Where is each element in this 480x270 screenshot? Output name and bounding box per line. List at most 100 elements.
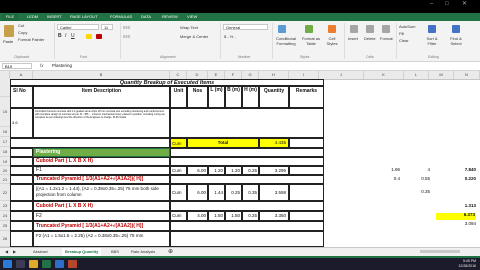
cell-item[interactable]: F2 [33,211,170,221]
cell-empty[interactable] [289,138,324,148]
column-header[interactable]: N [454,71,480,79]
start-icon[interactable] [3,260,12,268]
row-header[interactable]: 18 [0,147,10,157]
cell-subheading[interactable]: Cuboid Part ( L X B X H) [33,201,170,211]
side-value[interactable]: 1.96 [380,168,400,173]
bold-icon[interactable]: B [58,34,62,39]
number-format-select[interactable]: General [223,24,268,30]
cell-empty[interactable] [10,157,33,166]
side-value[interactable]: 3.094 [450,222,476,227]
cell-quantity[interactable]: 3.296 [259,166,289,175]
cell-empty[interactable] [10,148,33,157]
currency-percent-icons[interactable]: $ - % , [224,34,236,39]
column-header[interactable]: G [242,71,259,79]
sheet-tab-rate-analysis[interactable]: Rate Analysis [128,248,158,256]
clear-button[interactable]: Clear [399,38,409,43]
font-color-icon[interactable] [96,34,102,39]
sheet-tab-abstract[interactable]: Abstract [30,248,51,256]
minimize-icon[interactable]: – [430,0,433,8]
cell-quantity[interactable]: 3.350 [259,211,289,221]
cell-empty[interactable] [10,184,33,201]
format-as-table-button[interactable]: Format as Table [300,36,322,46]
column-header[interactable]: I [289,71,319,79]
formula-input[interactable]: Plastering [52,63,72,68]
cell-total-quantity[interactable]: 4.435 [259,138,289,148]
cell-breadth[interactable]: 0.25 [225,184,242,201]
row-header[interactable]: 15 [0,97,10,127]
maximize-icon[interactable]: □ [445,0,449,8]
clock-date[interactable]: 12/28/2016 [458,264,476,269]
row-header[interactable]: 21 [0,175,10,184]
cell-empty[interactable] [170,201,324,211]
zoom-slider[interactable] [420,250,460,253]
row-header[interactable]: 17 [0,137,10,147]
cell-empty[interactable] [289,184,324,201]
cell-subheading[interactable]: Truncated Pyramid [ 1/3(A1+A2+√(A1A2))( … [33,221,170,231]
cell-subheading[interactable]: Truncated Pyramid [ 1/3(A1+A2+√(A1A2))( … [33,175,170,184]
cell-empty[interactable] [170,148,324,157]
side-highlight-value[interactable]: 6.373 [436,213,476,220]
delete-cells-icon[interactable] [366,25,374,33]
cell-empty[interactable] [170,108,324,138]
column-header[interactable]: E [208,71,225,79]
cell-empty[interactable] [10,231,33,247]
column-header[interactable]: A [10,71,33,79]
side-value[interactable]: 0.4 [380,177,400,182]
cell-empty[interactable] [289,166,324,175]
cell-length[interactable]: 1.50 [208,211,225,221]
cell-subheading[interactable]: Cuboid Part ( L X B X H) [33,157,170,166]
wrap-text-button[interactable]: Wrap Text [180,25,198,30]
row-header[interactable]: 26 [0,231,10,247]
cell-empty[interactable] [10,221,33,231]
cut-button[interactable]: Cut [18,23,24,28]
cell-unit[interactable]: Cum [170,166,187,175]
format-button[interactable]: Format [380,36,393,41]
column-header[interactable]: L [404,71,429,79]
cell-item-description[interactable]: Controlled Cement concrete with 1:4 grad… [33,108,170,138]
row-header[interactable]: 23 [0,201,10,211]
row-header[interactable]: 22 [0,184,10,201]
side-value[interactable]: 4 [410,168,430,173]
align-horizontal-icons[interactable]: ≡ ≡ ≡ [123,34,130,39]
align-icons[interactable]: ≡ ≡ ≡ [123,25,130,30]
row-header[interactable]: 19 [0,157,10,166]
cell-empty[interactable] [10,175,33,184]
sort-filter-button[interactable]: Sort & Filter [422,36,442,46]
cell-nos[interactable]: 4.00 [187,211,208,221]
cell-empty[interactable] [170,221,324,231]
paste-icon[interactable] [4,25,14,37]
tab-data[interactable]: DATA [141,14,151,20]
cell-height[interactable]: 0.35 [242,184,259,201]
cell-empty[interactable] [10,211,33,221]
column-header[interactable]: J [319,71,364,79]
cell-total-label[interactable]: Total [187,138,259,148]
format-as-table-icon[interactable] [305,25,313,33]
cell-height[interactable]: 0.25 [242,166,259,175]
tab-formulas[interactable]: FORMULAS [110,14,132,20]
column-header[interactable]: B [33,71,170,79]
cell-empty[interactable] [289,211,324,221]
cell-unit[interactable]: Cum [170,184,187,201]
copy-button[interactable]: Copy [18,30,27,35]
tab-page-layout[interactable]: PAGE LAYOUT [70,14,98,20]
tab-view[interactable]: VIEW [187,14,197,20]
cell-empty[interactable] [10,138,170,148]
row-header[interactable]: 24 [0,211,10,221]
delete-button[interactable]: Delete [364,36,376,41]
insert-button[interactable]: Insert [348,36,358,41]
cell-empty[interactable] [170,175,324,184]
sort-filter-icon[interactable] [428,25,436,33]
fill-color-icon[interactable] [86,34,92,39]
insert-cells-icon[interactable] [350,25,358,33]
tab-review[interactable]: REVIEW [162,14,178,20]
column-header[interactable]: H [259,71,289,79]
powerpoint-icon[interactable] [68,260,77,268]
cell-item-description[interactable]: F2 (A1 = 1.5x1.5 = 2.25) (A2 = 0.38x0.35… [33,231,170,247]
cell-sum-unit[interactable]: Cum [170,138,187,148]
cell-quantity[interactable]: 3.598 [259,184,289,201]
cell-nos[interactable]: 6.00 [187,166,208,175]
tab-insert[interactable]: INSERT [47,14,62,20]
cell-styles-icon[interactable] [328,25,336,33]
column-header[interactable]: K [364,71,404,79]
column-header[interactable]: F [225,71,242,79]
